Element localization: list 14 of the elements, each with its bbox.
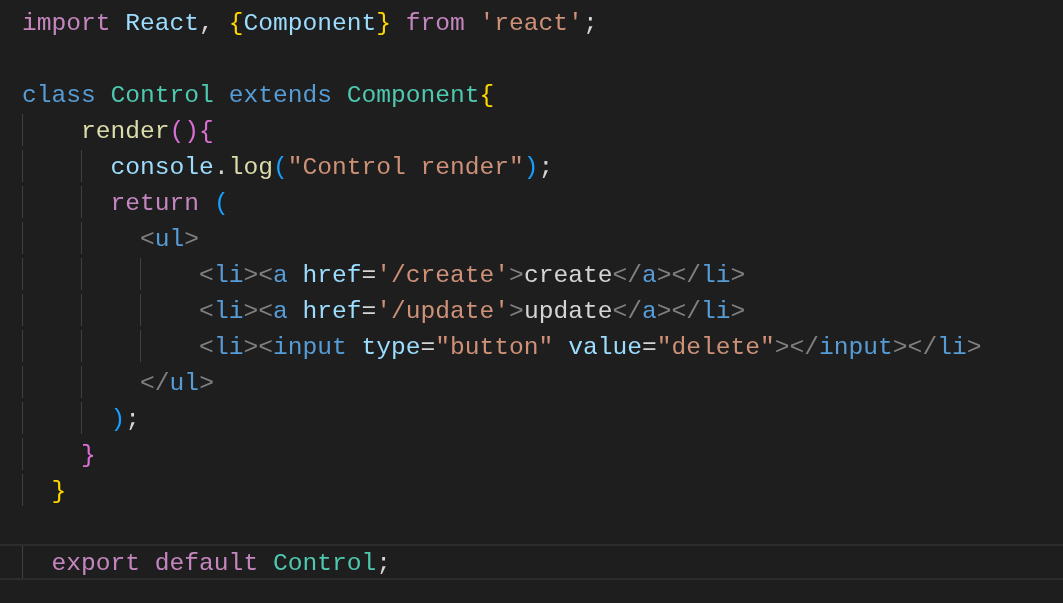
code-line: } [80, 442, 96, 469]
code-line: <ul> [139, 226, 200, 253]
code-line: export default Control; [50, 550, 391, 577]
code-line: console.log("Control render"); [109, 154, 554, 181]
code-line: <li><a href='/create'>create</a></li> [198, 262, 746, 289]
code-line: </ul> [139, 370, 214, 397]
code-line: <li><a href='/update'>update</a></li> [198, 298, 746, 325]
code-line: ); [109, 406, 141, 433]
code-line: } [50, 478, 67, 505]
code-line: return ( [109, 190, 229, 217]
code-line: import React, {Component} from 'react'; [22, 10, 598, 37]
code-line: render(){ [80, 118, 214, 145]
code-line: <li><input type="button" value="delete"></input></li> [198, 334, 982, 361]
code-line: class Control extends Component{ [22, 82, 495, 109]
